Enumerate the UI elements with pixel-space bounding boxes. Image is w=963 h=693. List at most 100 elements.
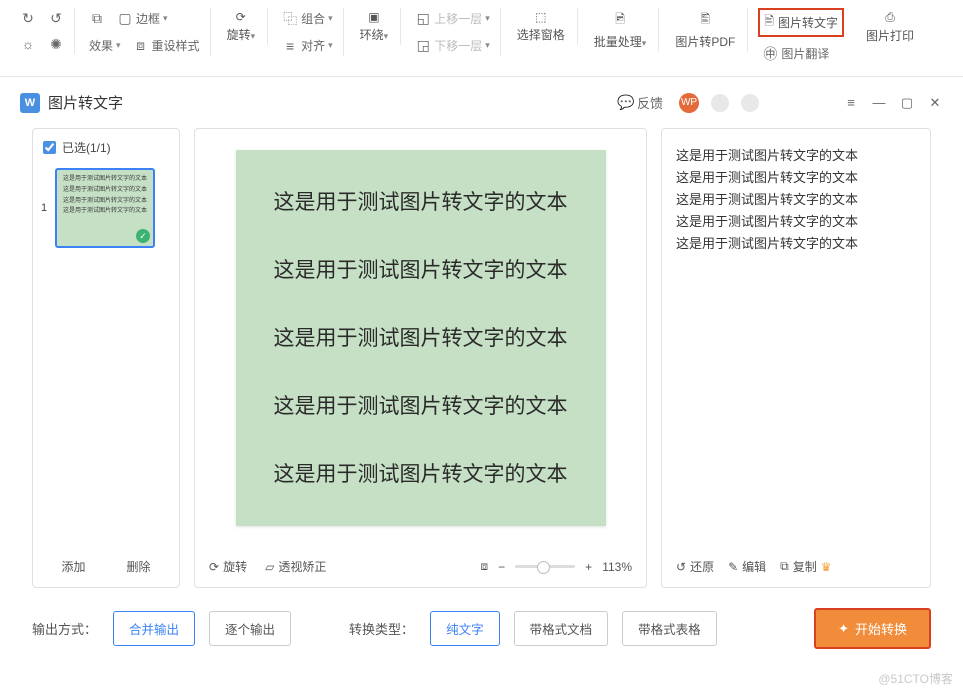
img-to-pdf-button[interactable]: 🖺 图片转PDF: [669, 8, 741, 52]
sun-icon[interactable]: ☼: [16, 34, 40, 54]
formatted-table-button[interactable]: 带格式表格: [622, 611, 717, 646]
restore-button[interactable]: ↺ 还原: [676, 558, 714, 575]
refresh-cw-icon[interactable]: ↻: [16, 8, 40, 28]
workspace: 已选(1/1) 1 这是用于测试图片转文字的文本 这是用于测试图片转文字的文本 …: [0, 128, 963, 588]
img-to-text-label: 图片转文字: [778, 14, 838, 31]
group-label: 组合: [301, 10, 325, 27]
ribbon-group-pdf: 🖺 图片转PDF: [663, 8, 748, 52]
minimize-icon[interactable]: —: [871, 95, 887, 111]
thumbnail-footer: 添加 删除: [33, 546, 179, 587]
rotate-tool-button[interactable]: ⟳旋转: [209, 558, 247, 575]
refresh-ccw-icon[interactable]: ↺: [44, 8, 68, 28]
brightness-icon[interactable]: ✺: [44, 34, 68, 54]
rotate-label: 旋转: [227, 28, 251, 42]
align-button[interactable]: ≡对齐▾: [278, 35, 337, 56]
ribbon-group-transform: ⟳ 旋转▾: [215, 8, 269, 45]
plain-text-button[interactable]: 纯文字: [430, 611, 500, 646]
preview-image: 这是用于测试图片转文字的文本 这是用于测试图片转文字的文本 这是用于测试图片转文…: [236, 150, 606, 526]
ribbon-group-batch: 🖻 批量处理▾: [582, 8, 660, 52]
batch-label: 批量处理: [594, 35, 642, 49]
zoom-controls: ⧈ − + 113%: [481, 559, 632, 574]
preview-line: 这是用于测试图片转文字的文本: [248, 186, 594, 216]
each-output-button[interactable]: 逐个输出: [209, 611, 291, 646]
preview-footer: ⟳旋转 ▱透视矫正 ⧈ − + 113%: [195, 546, 646, 587]
start-convert-button[interactable]: ✦ 开始转换: [814, 608, 931, 649]
merge-output-button[interactable]: 合并输出: [113, 611, 195, 646]
titlebar-left: W 图片转文字: [20, 92, 123, 113]
delete-button[interactable]: 删除: [126, 558, 150, 575]
thumbnail[interactable]: 这是用于测试图片转文字的文本 这是用于测试图片转文字的文本 这是用于测试图片转文…: [55, 168, 155, 248]
edit-button[interactable]: ✎编辑: [728, 558, 766, 575]
result-body: 这是用于测试图片转文字的文本 这是用于测试图片转文字的文本 这是用于测试图片转文…: [662, 129, 930, 546]
select-pane-button[interactable]: ⬚ 选择窗格: [511, 8, 571, 45]
restore-icon: ↺: [676, 560, 686, 574]
copy-button[interactable]: ⧉复制♛: [780, 558, 831, 575]
close-icon[interactable]: ✕: [927, 95, 943, 111]
ribbon-toolbar: ↻ ↺ ☼ ✺ ⧉ ▢边框▾ 效果▾ ⧈重设样式 ⟳ 旋转▾ ⿻组合▾ ≡对齐▾: [0, 0, 963, 77]
copy-label: 复制: [793, 558, 817, 575]
align-label: 对齐: [301, 37, 325, 54]
thumb-line: 这是用于测试图片转文字的文本: [61, 206, 149, 217]
batch-button[interactable]: 🖻 批量处理▾: [588, 8, 653, 52]
maximize-icon[interactable]: ▢: [899, 95, 915, 111]
titlebar-right: 💬反馈 WP ≡ — ▢ ✕: [614, 91, 943, 114]
page-title: 图片转文字: [48, 92, 123, 113]
avatar-placeholder-icon: [741, 94, 759, 112]
thumb-index: 1: [39, 202, 49, 214]
reset-style-button[interactable]: ⧈重设样式: [129, 35, 204, 56]
img-to-pdf-label: 图片转PDF: [675, 33, 735, 50]
check-icon: ✓: [136, 229, 150, 243]
menu-icon[interactable]: ≡: [843, 95, 859, 111]
img-print-label: 图片打印: [866, 27, 914, 44]
select-all-checkbox[interactable]: [43, 141, 56, 154]
feedback-button[interactable]: 💬反馈: [614, 91, 667, 114]
effects-button[interactable]: 效果▾: [85, 35, 125, 56]
result-panel: 这是用于测试图片转文字的文本 这是用于测试图片转文字的文本 这是用于测试图片转文…: [661, 128, 931, 588]
img-to-text-button[interactable]: 🖹图片转文字: [758, 8, 844, 37]
zoom-out-icon[interactable]: −: [498, 560, 505, 574]
preview-line: 这是用于测试图片转文字的文本: [248, 458, 594, 488]
wrap-button[interactable]: ▣ 环绕▾: [354, 8, 395, 45]
bottom-bar: 输出方式： 合并输出 逐个输出 转换类型： 纯文字 带格式文档 带格式表格 ✦ …: [0, 588, 963, 657]
ribbon-group-wrap: ▣ 环绕▾: [348, 8, 402, 45]
result-line: 这是用于测试图片转文字的文本: [676, 233, 916, 255]
restore-label: 还原: [690, 558, 714, 575]
ribbon-group-print: ⎙ 图片打印: [854, 8, 926, 46]
ribbon-group-arrange: ⿻组合▾ ≡对齐▾: [272, 8, 344, 56]
preview-line: 这是用于测试图片转文字的文本: [248, 390, 594, 420]
zoom-slider[interactable]: [515, 565, 575, 568]
edit-icon: ✎: [728, 560, 738, 574]
avatar[interactable]: WP: [679, 93, 699, 113]
titlebar: W 图片转文字 💬反馈 WP ≡ — ▢ ✕: [0, 77, 963, 128]
perspective-button[interactable]: ▱透视矫正: [265, 558, 326, 575]
group-button[interactable]: ⿻组合▾: [278, 8, 337, 29]
formatted-doc-button[interactable]: 带格式文档: [514, 611, 609, 646]
selected-count: 已选(1/1): [62, 139, 111, 156]
fit-icon[interactable]: ⧈: [481, 559, 489, 574]
ribbon-group-ocr: 🖹图片转文字 ㊥图片翻译: [752, 8, 850, 64]
move-down-button[interactable]: ◲下移一层▾: [411, 35, 494, 56]
img-translate-button[interactable]: ㊥图片翻译: [758, 43, 833, 64]
move-down-label: 下移一层: [434, 37, 482, 54]
preview-line: 这是用于测试图片转文字的文本: [248, 254, 594, 284]
move-up-button[interactable]: ◱上移一层▾: [411, 8, 494, 29]
img-print-button[interactable]: ⎙ 图片打印: [860, 8, 920, 46]
crop-icon[interactable]: ⧉: [85, 9, 109, 29]
avatar-placeholder-icon: [711, 94, 729, 112]
preview-body: 这是用于测试图片转文字的文本 这是用于测试图片转文字的文本 这是用于测试图片转文…: [195, 129, 646, 546]
app-logo-icon: W: [20, 93, 40, 113]
result-line: 这是用于测试图片转文字的文本: [676, 167, 916, 189]
rotate-tool-label: 旋转: [223, 558, 247, 575]
thumbnail-row[interactable]: 1 这是用于测试图片转文字的文本 这是用于测试图片转文字的文本 这是用于测试图片…: [33, 164, 179, 252]
thumbnail-panel: 已选(1/1) 1 这是用于测试图片转文字的文本 这是用于测试图片转文字的文本 …: [32, 128, 180, 588]
border-button[interactable]: ▢边框▾: [113, 8, 172, 29]
add-button[interactable]: 添加: [61, 558, 85, 575]
result-footer: ↺还原 ✎编辑 ⧉复制♛: [662, 546, 930, 587]
ribbon-group-refresh: ↻ ↺ ☼ ✺: [10, 8, 75, 54]
convert-type-label: 转换类型：: [349, 619, 414, 638]
copy-icon: ⧉: [780, 559, 789, 574]
zoom-in-icon[interactable]: +: [585, 560, 592, 574]
reset-style-label: 重设样式: [152, 37, 200, 54]
output-mode-label: 输出方式：: [32, 619, 97, 638]
rotate-button[interactable]: ⟳ 旋转▾: [221, 8, 262, 45]
